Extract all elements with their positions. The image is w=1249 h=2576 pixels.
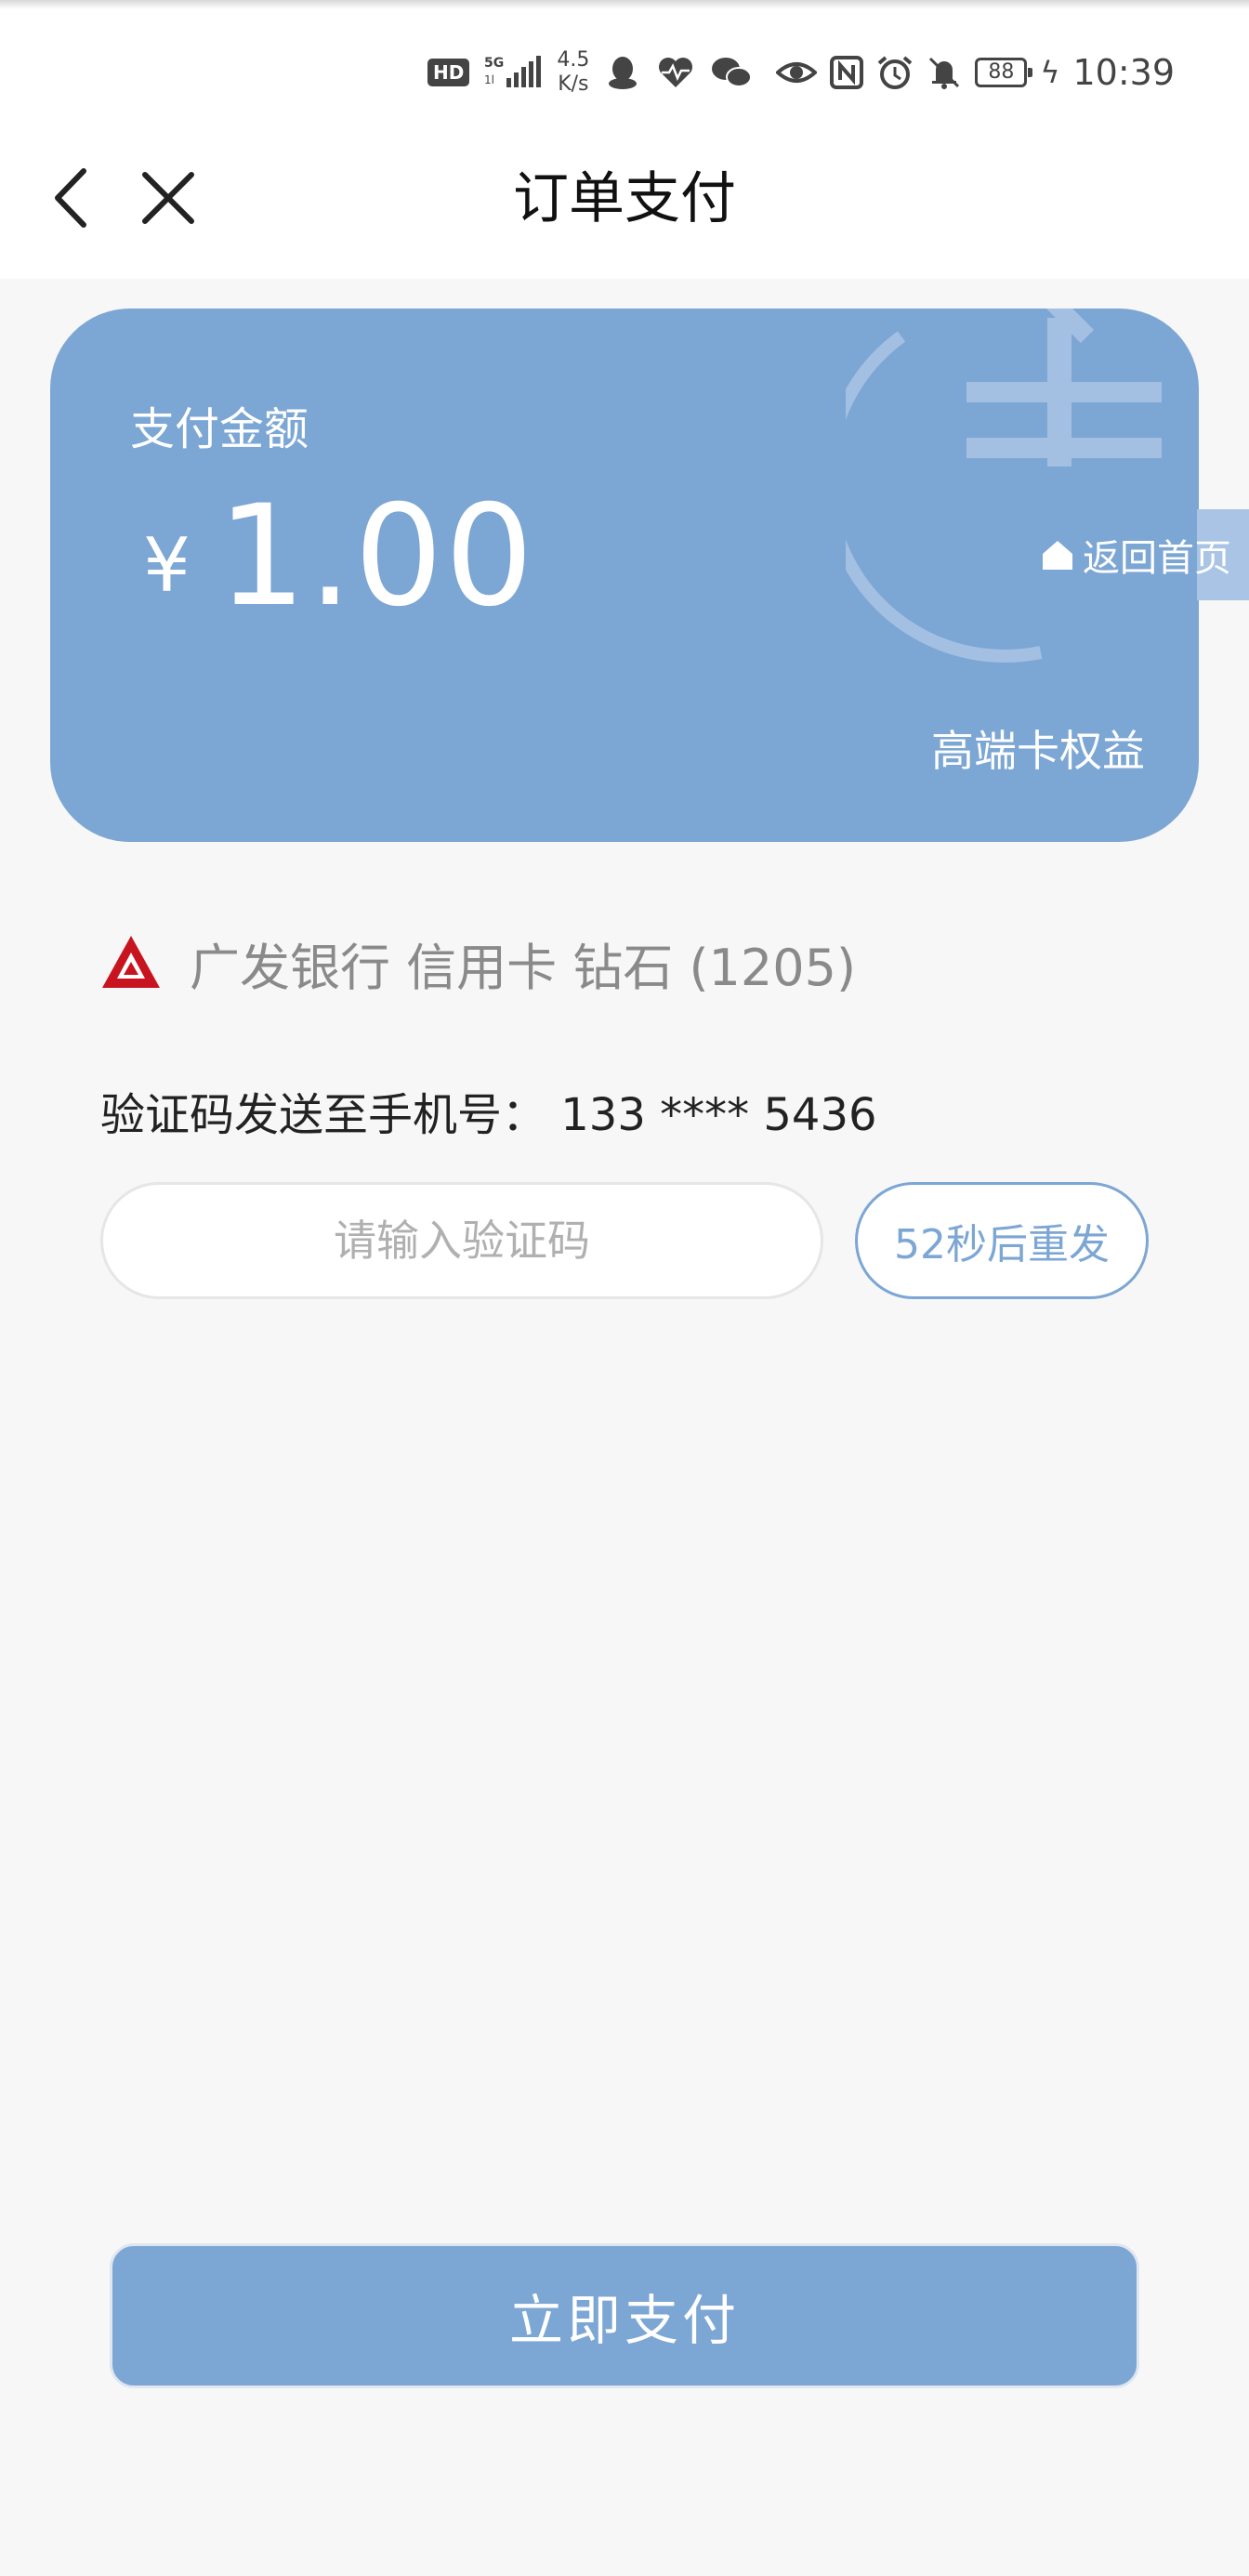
clock: 10:39 <box>1072 52 1175 93</box>
signal-icon: 5G 1l <box>484 54 542 91</box>
bank-card-row: 广发银行 信用卡 钻石 (1205) <box>100 926 856 1000</box>
qq-icon <box>604 54 641 91</box>
resend-code-button[interactable]: 52秒后重发 <box>855 1182 1149 1299</box>
network-speed: 4.5 K/s <box>557 48 589 97</box>
cgb-bank-logo-icon <box>100 934 162 992</box>
premium-card-benefits-link[interactable]: 高端卡权益 <box>931 717 1145 779</box>
status-right-group: 88 ϟ 10:39 <box>776 45 1175 100</box>
speed-value: 4.5 <box>557 48 590 72</box>
status-bar-shadow <box>0 0 1249 9</box>
amount-value: 1.00 <box>217 476 535 637</box>
status-left-group: HD 5G 1l 4.5 K/s <box>427 45 753 100</box>
bank-card-text: 广发银行 信用卡 钻石 (1205) <box>190 938 857 997</box>
return-home-label: 返回首页 <box>1083 537 1231 580</box>
currency-symbol: ¥ <box>143 522 191 609</box>
speed-unit: K/s <box>558 72 589 96</box>
amount-label: 支付金额 <box>130 403 309 455</box>
svg-text:1l: 1l <box>484 73 494 86</box>
heart-rate-icon <box>656 54 695 91</box>
charging-icon: ϟ <box>1040 55 1060 90</box>
battery-icon: 88 <box>975 58 1033 87</box>
svg-text:5G: 5G <box>484 56 504 71</box>
page-title: 订单支付 <box>513 166 736 231</box>
home-icon <box>1040 538 1075 572</box>
hd-badge: HD <box>427 59 470 86</box>
pay-now-button[interactable]: 立即支付 <box>110 2243 1139 2388</box>
return-home-button[interactable]: 返回首页 <box>1022 509 1249 600</box>
alarm-icon <box>876 55 914 90</box>
nfc-icon <box>830 56 864 89</box>
mute-icon <box>927 55 962 90</box>
verification-hint: 验证码发送至手机号： 133 **** 5436 <box>100 1089 877 1141</box>
eye-icon <box>776 56 818 89</box>
wechat-icon <box>710 54 753 91</box>
yen-watermark-icon <box>846 309 1162 663</box>
verification-code-input[interactable] <box>100 1182 823 1299</box>
status-bar: HD 5G 1l 4.5 K/s 88 ϟ 10:39 <box>0 0 1249 139</box>
